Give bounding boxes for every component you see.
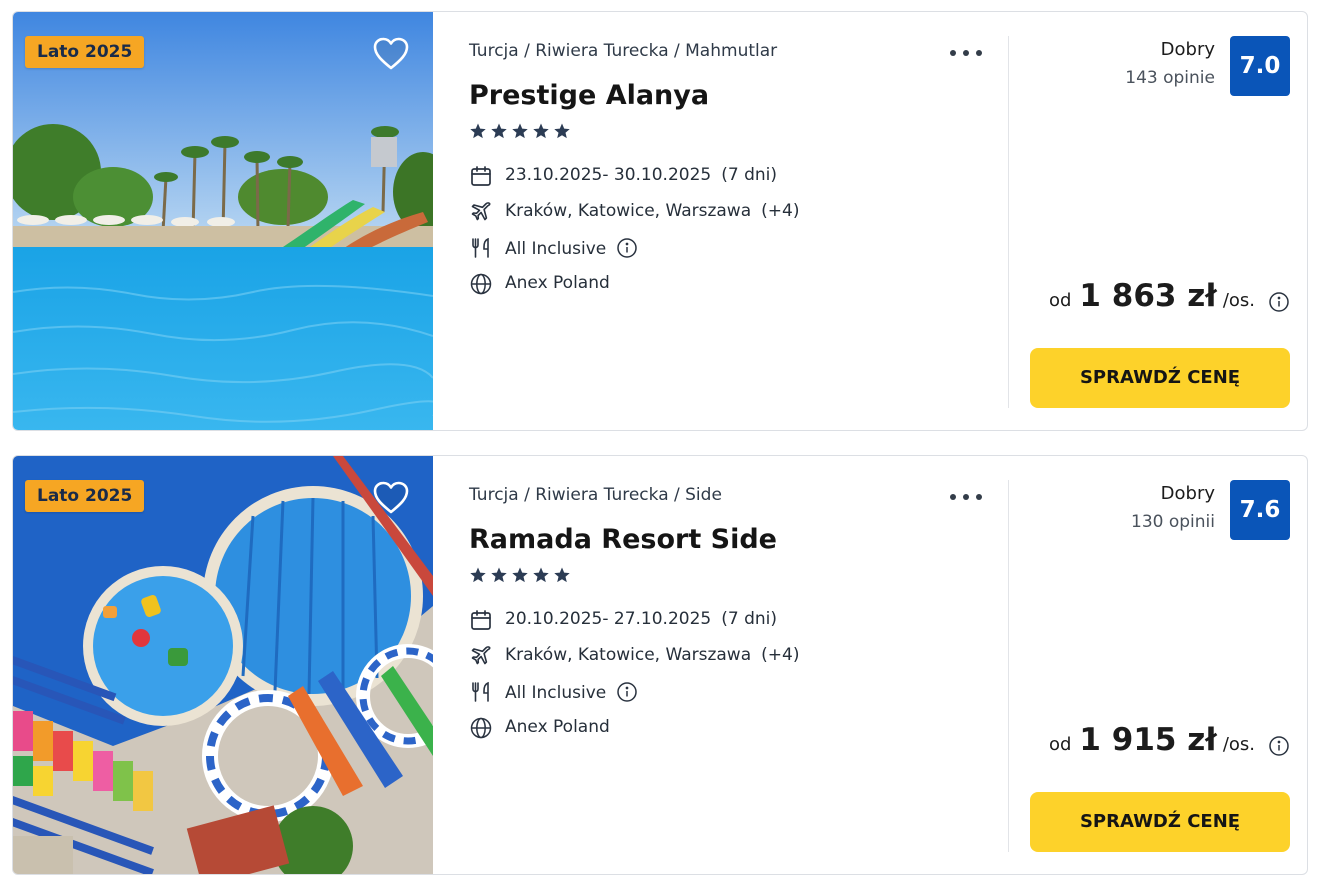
offer-card[interactable]: Lato 2025 Turcja / Riwiera Turecka / Mah… (12, 11, 1308, 431)
operator-text: Anex Poland (505, 273, 610, 293)
divider (1008, 480, 1009, 852)
hotel-photo[interactable]: Lato 2025 (13, 456, 433, 874)
board-text: All Inclusive (505, 239, 607, 259)
dates-text: 23.10.2025- 30.10.2025 (505, 165, 712, 185)
star-icon (470, 123, 570, 139)
airports-more-link[interactable]: (+4) (761, 645, 799, 665)
check-price-button[interactable]: SPRAWDŹ CENĘ (1030, 792, 1290, 852)
price-info-icon[interactable] (1268, 291, 1290, 313)
price-info-icon[interactable] (1268, 735, 1290, 757)
reviews-count[interactable]: 130 opinii (1131, 512, 1215, 532)
star-icon (470, 567, 570, 583)
globe-icon (469, 272, 493, 296)
star-rating (469, 122, 571, 142)
rating-label: Dobry (1160, 483, 1215, 504)
price: od 1 915 zł/os. (1049, 722, 1255, 762)
divider (1008, 36, 1009, 408)
airports-text: Kraków, Katowice, Warszawa (505, 201, 752, 221)
calendar-icon (469, 608, 493, 632)
rating-score-badge: 7.0 (1230, 36, 1290, 96)
info-icon[interactable] (616, 681, 638, 703)
hotel-name[interactable]: Ramada Resort Side (469, 524, 777, 555)
cutlery-icon (469, 236, 493, 260)
offer-details: Turcja / Riwiera Turecka / Mahmutlar Pre… (469, 12, 989, 430)
plane-icon (469, 200, 493, 224)
reviews-count[interactable]: 143 opinie (1125, 68, 1215, 88)
more-options-button[interactable] (950, 40, 982, 66)
season-badge: Lato 2025 (25, 36, 145, 68)
globe-icon (469, 716, 493, 740)
offer-card[interactable]: Lato 2025 Turcja / Riwiera Turecka / Sid… (12, 455, 1308, 875)
hotel-photo[interactable]: Lato 2025 (13, 12, 433, 430)
airports-text: Kraków, Katowice, Warszawa (505, 645, 752, 665)
price-amount: 1 915 zł (1079, 722, 1217, 758)
operator-text: Anex Poland (505, 717, 610, 737)
airports-more-link[interactable]: (+4) (761, 201, 799, 221)
location-breadcrumb[interactable]: Turcja / Riwiera Turecka / Mahmutlar (469, 41, 777, 61)
plane-icon (469, 644, 493, 668)
price-from-label: od (1048, 290, 1072, 311)
offer-details: Turcja / Riwiera Turecka / Side Ramada R… (469, 456, 989, 874)
location-breadcrumb[interactable]: Turcja / Riwiera Turecka / Side (469, 485, 722, 505)
more-options-button[interactable] (950, 484, 982, 510)
check-price-button[interactable]: SPRAWDŹ CENĘ (1030, 348, 1290, 408)
dates-text: 20.10.2025- 27.10.2025 (505, 609, 712, 629)
rating-score-badge: 7.6 (1230, 480, 1290, 540)
price: od 1 863 zł/os. (1049, 278, 1255, 318)
hotel-name[interactable]: Prestige Alanya (469, 80, 709, 111)
price-amount: 1 863 zł (1079, 278, 1217, 314)
price-from-label: od (1048, 734, 1072, 755)
cutlery-icon (469, 680, 493, 704)
favorite-button[interactable] (371, 34, 411, 74)
duration-text: (7 dni) (721, 165, 777, 185)
price-unit: /os. (1222, 290, 1255, 311)
price-unit: /os. (1222, 734, 1255, 755)
rating-label: Dobry (1160, 39, 1215, 60)
favorite-button[interactable] (371, 478, 411, 518)
duration-text: (7 dni) (721, 609, 777, 629)
heart-icon (373, 481, 409, 514)
info-icon[interactable] (616, 237, 638, 259)
board-text: All Inclusive (505, 683, 607, 703)
star-rating (469, 566, 571, 586)
heart-icon (373, 37, 409, 70)
season-badge: Lato 2025 (25, 480, 145, 512)
calendar-icon (469, 164, 493, 188)
